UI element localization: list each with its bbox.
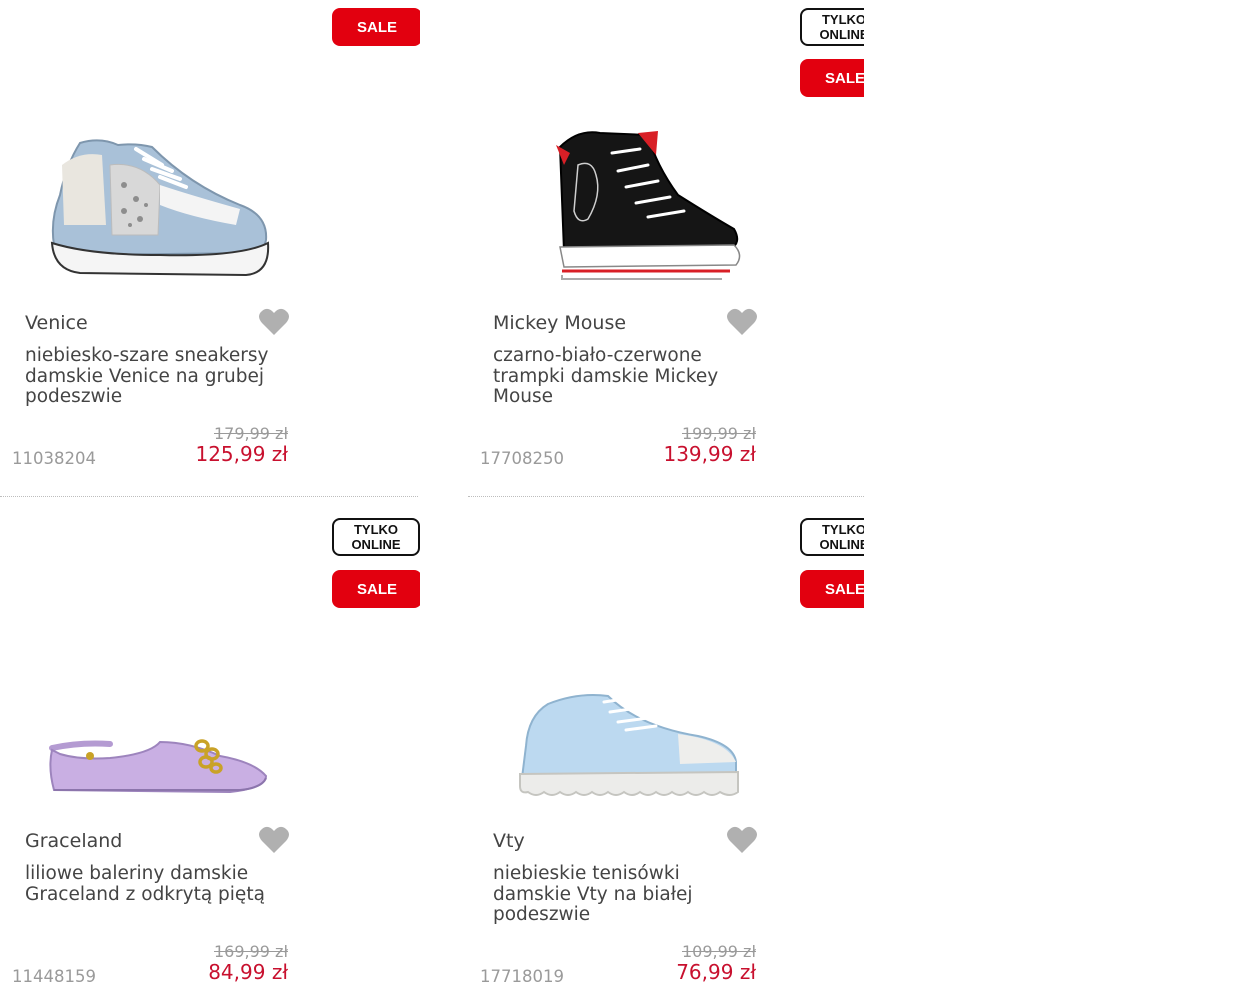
product-brand[interactable]: Venice — [25, 312, 88, 334]
sale-badge: SALE — [800, 59, 864, 97]
old-price: 179,99 zł — [213, 424, 288, 443]
sale-price: 84,99 zł — [208, 960, 288, 984]
product-sku: 17708250 — [480, 449, 564, 468]
online-badge-line2: ONLINE — [351, 537, 401, 552]
heart-icon[interactable] — [726, 825, 758, 855]
sneaker-light-blue-icon[interactable] — [508, 686, 748, 856]
product-card[interactable]: TYLKO ONLINE SALE Vty niebieskie tenisów… — [468, 518, 864, 1003]
product-description[interactable]: niebiesko-szare sneakersy damskie Venice… — [25, 345, 295, 408]
product-description[interactable]: niebieskie tenisówki damskie Vty na biał… — [493, 863, 763, 926]
product-sku: 11448159 — [12, 967, 96, 986]
product-sku: 17718019 — [480, 967, 564, 986]
online-only-badge: TYLKO ONLINE — [800, 518, 864, 556]
heart-icon[interactable] — [726, 307, 758, 337]
row-divider — [468, 496, 864, 497]
online-badge-line1: TYLKO — [821, 12, 864, 27]
online-badge-line1: TYLKO — [821, 522, 864, 537]
sale-badge: SALE — [800, 570, 864, 608]
sale-price: 76,99 zł — [676, 960, 756, 984]
online-badge-line2: ONLINE — [819, 537, 864, 552]
product-description[interactable]: liliowe baleriny damskie Graceland z odk… — [25, 863, 295, 905]
product-description[interactable]: czarno-biało-czerwone trampki damskie Mi… — [493, 345, 763, 408]
hightop-black-icon[interactable] — [508, 125, 748, 295]
product-brand[interactable]: Graceland — [25, 830, 122, 852]
row-divider — [0, 496, 418, 497]
old-price: 169,99 zł — [213, 942, 288, 961]
product-brand[interactable]: Mickey Mouse — [493, 312, 626, 334]
online-only-badge: TYLKO ONLINE — [800, 8, 864, 46]
heart-icon[interactable] — [258, 825, 290, 855]
heart-icon[interactable] — [258, 307, 290, 337]
product-card[interactable]: SALE Venice niebiesko-szare sneakersy da… — [0, 0, 420, 500]
product-card[interactable]: TYLKO ONLINE SALE Mickey Mouse czarno-bi… — [468, 0, 864, 500]
online-badge-line1: TYLKO — [353, 522, 399, 537]
old-price: 109,99 zł — [681, 942, 756, 961]
sale-badge: SALE — [332, 8, 420, 46]
product-brand[interactable]: Vty — [493, 830, 525, 852]
product-sku: 11038204 — [12, 449, 96, 468]
old-price: 199,99 zł — [681, 424, 756, 443]
online-badge-line2: ONLINE — [819, 27, 864, 42]
sale-price: 139,99 zł — [663, 442, 756, 466]
sale-badge: SALE — [332, 570, 420, 608]
sneaker-blue-grey-icon[interactable] — [40, 125, 280, 295]
online-only-badge: TYLKO ONLINE — [332, 518, 420, 556]
sale-price: 125,99 zł — [195, 442, 288, 466]
product-card[interactable]: TYLKO ONLINE SALE Graceland liliowe bale… — [0, 518, 420, 1003]
